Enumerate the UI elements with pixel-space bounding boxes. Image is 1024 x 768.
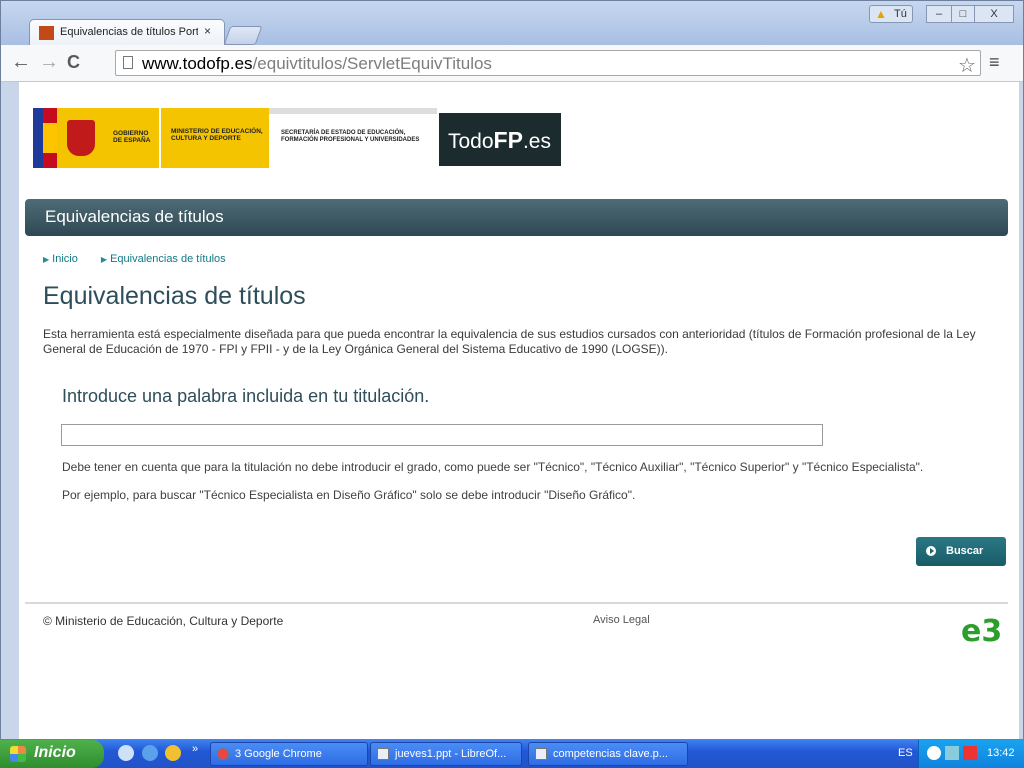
gobierno-text: GOBIERNO DE ESPAÑA	[113, 130, 151, 144]
tab-equivalencias[interactable]: Equivalencias de títulos Porta ×	[29, 19, 225, 45]
ie-icon[interactable]	[142, 745, 158, 761]
browser-toolbar: ← → C www.todofp.es/equivtitulos/Servlet…	[1, 45, 1023, 82]
secretaria-logo: SECRETARÍA DE ESTADO DE EDUCACIÓN, FORMA…	[269, 108, 437, 168]
breadcrumb-home[interactable]: ▶ Inicio	[43, 253, 88, 265]
reload-icon[interactable]: C	[67, 52, 80, 73]
task-chrome[interactable]: 3 Google Chrome	[210, 742, 368, 766]
todofp-logo[interactable]: TodoFP.es	[439, 113, 561, 166]
system-tray: 13:42	[918, 740, 1024, 768]
hint-text-example: Por ejemplo, para buscar "Técnico Especi…	[62, 488, 636, 502]
tray-toggle-icon[interactable]	[927, 746, 941, 760]
address-bar[interactable]: www.todofp.es/equivtitulos/ServletEquivT…	[115, 50, 981, 76]
close-window-button[interactable]: X	[974, 5, 1014, 23]
language-indicator[interactable]: ES	[898, 747, 913, 759]
minimize-button[interactable]: –	[926, 5, 952, 23]
quicklaunch-more-icon[interactable]: »	[192, 743, 198, 755]
copyright-text: © Ministerio de Educación, Cultura y Dep…	[43, 614, 284, 628]
intro-text: Esta herramienta está especialmente dise…	[43, 327, 976, 356]
user-warning-button[interactable]: ▲ Tú	[869, 5, 913, 23]
browser-window: Equivalencias de títulos Porta × ▲ Tú – …	[0, 0, 1024, 740]
document-icon	[535, 748, 547, 760]
tab-close-icon[interactable]: ×	[204, 24, 211, 38]
search-input[interactable]	[61, 424, 823, 446]
forward-arrow-icon[interactable]: →	[39, 51, 59, 74]
gobierno-logo: GOBIERNO DE ESPAÑA	[57, 108, 159, 168]
secretaria-text: SECRETARÍA DE ESTADO DE EDUCACIÓN, FORMA…	[281, 130, 420, 143]
tab-title: Equivalencias de títulos Porta	[60, 26, 198, 38]
menu-icon[interactable]: ≡	[989, 52, 1000, 73]
ministerio-text: MINISTERIO DE EDUCACIÓN, CULTURA Y DEPOR…	[171, 128, 263, 142]
page-title: Equivalencias de títulos	[43, 282, 306, 310]
url-path: /equivtitulos/ServletEquivTitulos	[252, 54, 492, 73]
breadcrumb: ▶ Inicio ▶ Equivalencias de títulos	[43, 253, 246, 265]
task-label: jueves1.ppt - LibreOf...	[395, 748, 507, 760]
back-arrow-icon[interactable]: ←	[11, 51, 31, 74]
search-button-label: Buscar	[946, 545, 984, 557]
title-bar: Equivalencias de títulos Porta × ▲ Tú – …	[1, 1, 1023, 45]
maximize-button[interactable]: □	[951, 5, 975, 23]
coat-of-arms-icon	[67, 120, 95, 156]
start-button[interactable]: Inicio	[0, 740, 104, 768]
page-icon	[123, 56, 133, 69]
task-competencias[interactable]: competencias clave.p...	[528, 742, 688, 766]
arrow-right-icon: ▶	[43, 255, 50, 264]
legal-notice-link[interactable]: Aviso Legal	[593, 614, 650, 626]
play-icon	[926, 546, 936, 556]
network-icon[interactable]	[945, 746, 959, 760]
warning-icon: ▲	[875, 7, 887, 21]
todofp-text: TodoFP.es	[448, 127, 551, 153]
user-label: Tú	[894, 8, 907, 20]
search-heading: Introduce una palabra incluida en tu tit…	[62, 386, 430, 406]
task-label: competencias clave.p...	[553, 748, 668, 760]
taskbar: Inicio » 3 Google Chrome jueves1.ppt - L…	[0, 740, 1024, 768]
breadcrumb-current[interactable]: ▶ Equivalencias de títulos	[101, 253, 236, 265]
favicon-icon	[39, 26, 54, 40]
url-host: www.todofp.es	[142, 54, 253, 73]
task-label: 3 Google Chrome	[235, 748, 322, 760]
eu-flag-logo	[33, 108, 43, 168]
url-text: www.todofp.es/equivtitulos/ServletEquivT…	[142, 54, 492, 74]
banner-title: Equivalencias de títulos	[45, 207, 224, 226]
section-banner: Equivalencias de títulos	[25, 199, 1008, 236]
page-viewport: GOBIERNO DE ESPAÑA MINISTERIO DE EDUCACI…	[19, 82, 1019, 739]
security-icon[interactable]	[963, 746, 977, 760]
bookmark-star-icon[interactable]: ☆	[958, 53, 976, 78]
quicklaunch-icon-1[interactable]	[118, 745, 134, 761]
arrow-right-icon: ▶	[100, 255, 108, 264]
media-player-icon[interactable]	[165, 745, 181, 761]
e3-logo: e3	[961, 614, 1003, 649]
search-button[interactable]: Buscar	[916, 537, 1006, 566]
footer-divider	[25, 602, 1008, 604]
document-icon	[377, 748, 389, 760]
hint-text-grade: Debe tener en cuenta que para la titulac…	[62, 460, 924, 474]
chrome-icon	[217, 748, 229, 760]
windows-logo-icon	[10, 746, 26, 762]
new-tab-button[interactable]	[223, 26, 263, 45]
task-libreoffice[interactable]: jueves1.ppt - LibreOf...	[370, 742, 522, 766]
ministerio-logo: MINISTERIO DE EDUCACIÓN, CULTURA Y DEPOR…	[161, 108, 269, 168]
clock: 13:42	[987, 747, 1015, 759]
start-label: Inicio	[34, 744, 76, 761]
